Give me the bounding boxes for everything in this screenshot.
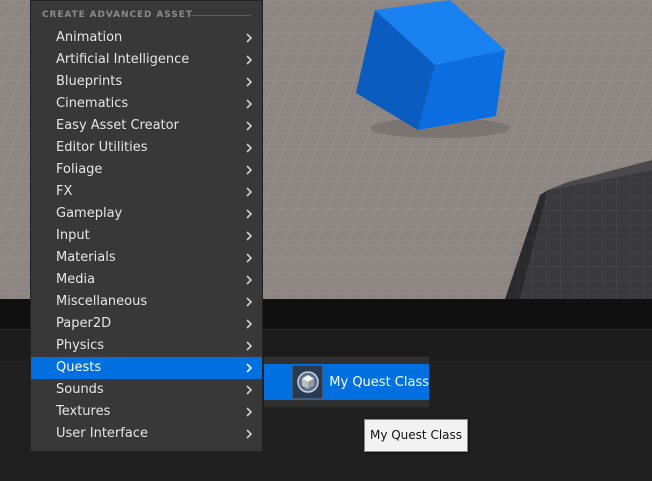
menu-item-label: Paper2D — [56, 316, 112, 331]
chevron-right-icon — [244, 423, 254, 445]
menu-list: Animation Artificial Intelligence Blueprin… — [31, 27, 262, 445]
chevron-right-icon — [244, 115, 254, 137]
menu-item-artificial-intelligence[interactable]: Artificial Intelligence — [31, 49, 262, 71]
menu-item-gameplay[interactable]: Gameplay — [31, 203, 262, 225]
menu-item-label: Editor Utilities — [56, 140, 148, 155]
menu-item-blueprints[interactable]: Blueprints — [31, 71, 262, 93]
menu-item-label: Quests — [56, 360, 102, 375]
chevron-right-icon — [244, 181, 254, 203]
menu-item-quests[interactable]: Quests — [31, 357, 262, 379]
menu-item-label: Animation — [56, 30, 123, 45]
menu-section-header: CREATE ADVANCED ASSET — [42, 10, 193, 20]
quests-submenu: My Quest Class — [263, 356, 430, 408]
chevron-right-icon — [244, 401, 254, 423]
menu-item-label: Physics — [56, 338, 105, 353]
menu-item-label: Sounds — [56, 382, 104, 397]
menu-item-textures[interactable]: Textures — [31, 401, 262, 423]
chevron-right-icon — [244, 335, 254, 357]
chevron-right-icon — [244, 27, 254, 49]
menu-item-label: Textures — [56, 404, 111, 419]
menu-item-animation[interactable]: Animation — [31, 27, 262, 49]
chevron-right-icon — [244, 225, 254, 247]
menu-item-editor-utilities[interactable]: Editor Utilities — [31, 137, 262, 159]
menu-header-divider — [189, 15, 251, 16]
chevron-right-icon — [244, 93, 254, 115]
menu-item-label: Materials — [56, 250, 116, 265]
menu-item-materials[interactable]: Materials — [31, 247, 262, 269]
create-advanced-asset-menu: CREATE ADVANCED ASSET Animation Artificia… — [30, 0, 263, 452]
chevron-right-icon — [244, 203, 254, 225]
chevron-right-icon — [244, 379, 254, 401]
menu-item-label: Foliage — [56, 162, 103, 177]
menu-item-fx[interactable]: FX — [31, 181, 262, 203]
submenu-item-label: My Quest Class — [329, 374, 429, 390]
chevron-right-icon — [244, 313, 254, 335]
menu-item-input[interactable]: Input — [31, 225, 262, 247]
menu-item-label: Gameplay — [56, 206, 123, 221]
chevron-right-icon — [244, 269, 254, 291]
chevron-right-icon — [244, 71, 254, 93]
chevron-right-icon — [244, 49, 254, 71]
menu-item-label: Miscellaneous — [56, 294, 148, 309]
chevron-right-icon — [244, 159, 254, 181]
chevron-right-icon — [244, 357, 254, 379]
menu-item-sounds[interactable]: Sounds — [31, 379, 262, 401]
menu-item-foliage[interactable]: Foliage — [31, 159, 262, 181]
blueprint-class-icon — [292, 365, 324, 399]
chevron-right-icon — [244, 291, 254, 313]
menu-item-physics[interactable]: Physics — [31, 335, 262, 357]
tooltip: My Quest Class — [364, 419, 468, 452]
menu-item-label: Easy Asset Creator — [56, 118, 179, 133]
menu-item-cinematics[interactable]: Cinematics — [31, 93, 262, 115]
chevron-right-icon — [244, 137, 254, 159]
menu-item-label: FX — [56, 184, 73, 199]
menu-item-media[interactable]: Media — [31, 269, 262, 291]
submenu-item-my-quest-class[interactable]: My Quest Class — [264, 364, 429, 400]
menu-item-label: Artificial Intelligence — [56, 52, 190, 67]
menu-item-label: Media — [56, 272, 96, 287]
menu-item-label: Blueprints — [56, 74, 123, 89]
chevron-right-icon — [244, 247, 254, 269]
menu-item-label: Cinematics — [56, 96, 129, 111]
menu-item-user-interface[interactable]: User Interface — [31, 423, 262, 445]
menu-item-label: User Interface — [56, 426, 148, 441]
menu-item-miscellaneous[interactable]: Miscellaneous — [31, 291, 262, 313]
menu-item-easy-asset-creator[interactable]: Easy Asset Creator — [31, 115, 262, 137]
menu-item-label: Input — [56, 228, 90, 243]
menu-item-paper2d[interactable]: Paper2D — [31, 313, 262, 335]
